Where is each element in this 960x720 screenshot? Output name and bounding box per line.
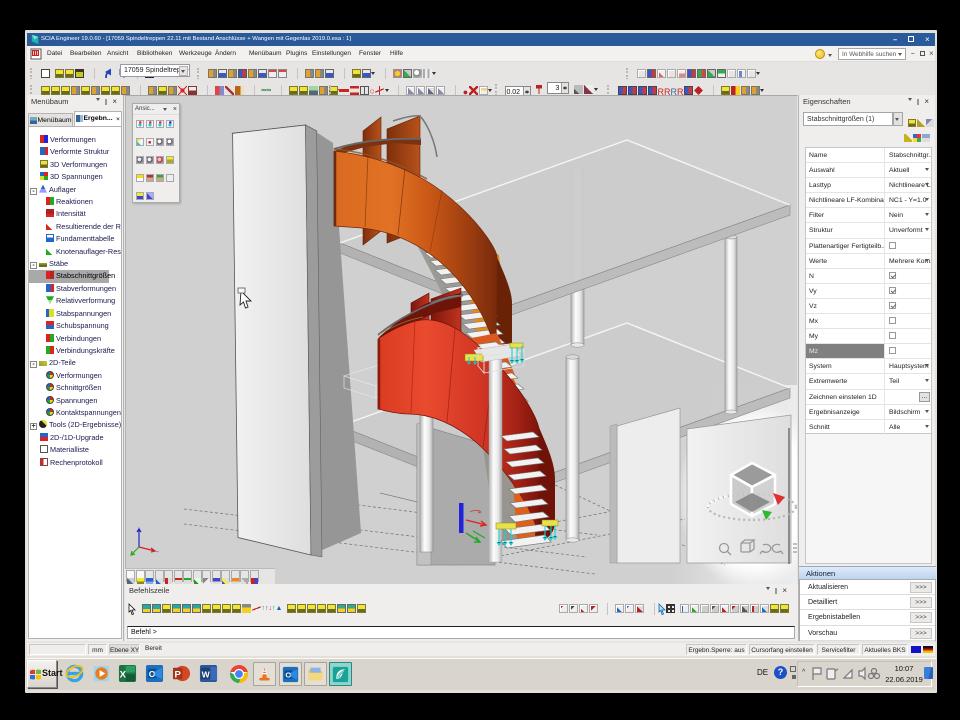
svg-text:W: W xyxy=(202,669,211,679)
svg-text:X: X xyxy=(120,669,127,680)
svg-text:P: P xyxy=(175,669,182,680)
svg-text:O: O xyxy=(285,670,291,679)
